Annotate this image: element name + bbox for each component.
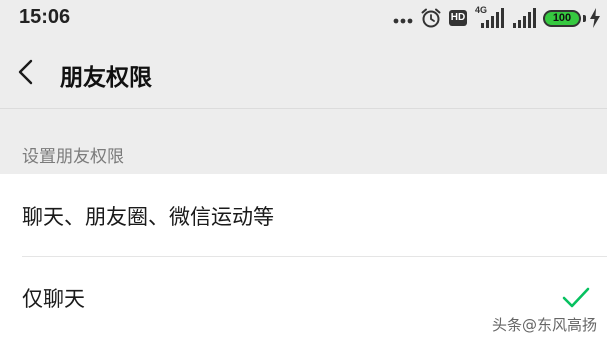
battery-icon: 100 (543, 9, 581, 27)
hd-voice-icon: HD (449, 10, 467, 26)
status-bar: 15:06 HD 4G 100 (0, 0, 607, 36)
chevron-left-icon (18, 59, 33, 85)
watermark-text: 头条@东风高扬 (491, 316, 597, 334)
status-time: 15:06 (19, 6, 71, 28)
charging-icon (590, 8, 600, 28)
section-header: 设置朋友权限 (22, 147, 124, 167)
signal-icon (513, 8, 536, 28)
option-label: 仅聊天 (22, 287, 85, 311)
title-bar: 朋友权限 (0, 36, 607, 109)
more-dots-icon (393, 18, 413, 24)
battery-level: 100 (552, 12, 572, 24)
back-button[interactable] (8, 54, 44, 90)
battery-tip (583, 14, 586, 22)
alarm-clock-icon (421, 8, 441, 28)
network-type-label: 4G (475, 5, 488, 15)
option-chat-moments-werun[interactable]: 聊天、朋友圈、微信运动等 (0, 174, 607, 256)
page-title: 朋友权限 (60, 65, 152, 91)
watermark: 头条@东风高扬 (492, 314, 597, 335)
status-icons: HD 4G 100 (392, 5, 601, 29)
check-icon (562, 287, 590, 308)
signal-4g-icon: 4G (475, 5, 505, 29)
option-label: 聊天、朋友圈、微信运动等 (22, 205, 274, 229)
